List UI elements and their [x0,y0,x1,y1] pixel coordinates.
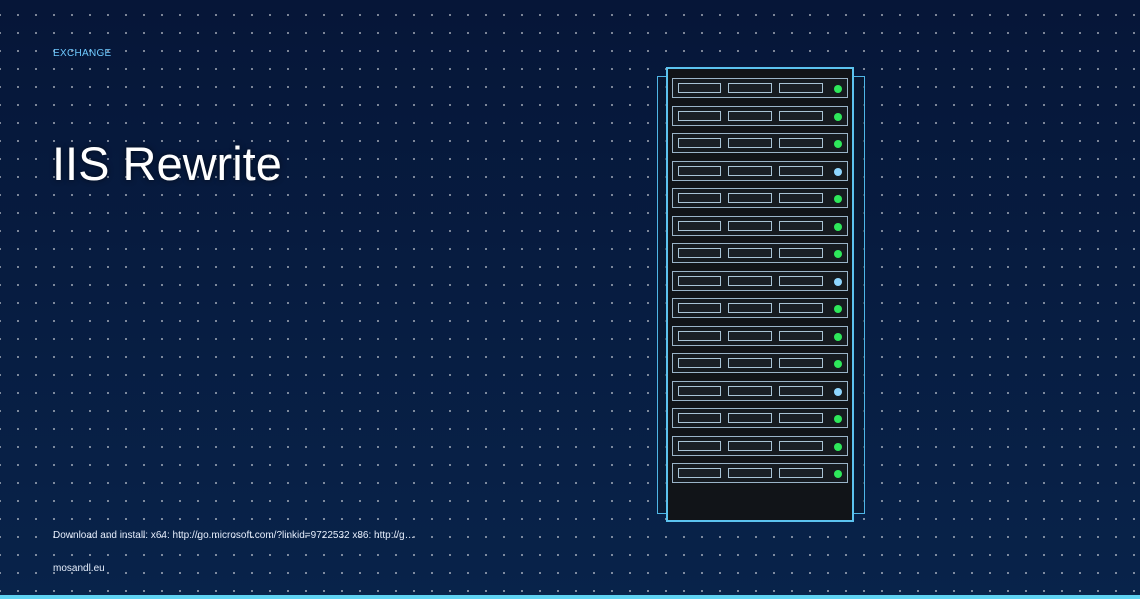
drive-slot [728,468,772,478]
accent-bar [0,595,1140,599]
status-led-icon [834,305,842,313]
drive-slot [779,358,823,368]
drive-slot [728,330,772,341]
post-title[interactable]: IIS Rewrite [52,136,282,191]
drive-slot [728,165,772,176]
server-rack-icon [666,67,854,522]
rack-unit [672,380,848,401]
drive-slot [678,138,721,148]
drive-slot [678,385,721,396]
drive-slot [779,138,823,148]
rack-unit [672,325,848,346]
status-led-icon [834,112,842,121]
drive-slot [678,440,721,451]
drive-slot [779,193,823,203]
rack-unit [672,298,848,318]
drive-slot [728,385,772,396]
drive-slot [728,138,772,148]
post-category[interactable]: EXCHANGE [53,48,112,59]
status-led-icon [834,360,842,368]
status-led-icon [834,222,842,231]
rack-unit [672,105,848,126]
drive-slot [779,165,823,176]
drive-slot [678,248,721,258]
rack-unit [672,78,848,98]
drive-slot [779,110,823,121]
status-led-icon [834,140,842,148]
drive-slot [728,440,772,451]
drive-slot [779,330,823,341]
rack-unit [672,270,848,291]
rack-unit [672,353,848,373]
drive-slot [779,248,823,258]
drive-slot [678,358,721,368]
status-led-icon [834,195,842,203]
drive-slot [678,303,721,313]
drive-slot [779,303,823,313]
rack-unit [672,463,848,483]
drive-slot [678,330,721,341]
drive-slot [728,220,772,231]
rack-unit [672,435,848,456]
drive-slot [728,193,772,203]
status-led-icon [834,85,842,93]
drive-slot [728,110,772,121]
drive-slot [678,83,721,93]
status-led-icon [834,387,842,396]
status-led-icon [834,277,842,286]
drive-slot [779,275,823,286]
rack-unit [672,188,848,208]
drive-slot [678,193,721,203]
drive-slot [678,110,721,121]
drive-slot [728,275,772,286]
drive-slot [728,83,772,93]
drive-slot [678,220,721,231]
status-led-icon [834,167,842,176]
rack-unit [672,133,848,153]
drive-slot [779,220,823,231]
status-led-icon [834,415,842,423]
drive-slot [779,83,823,93]
rack-unit [672,215,848,236]
status-led-icon [834,470,842,478]
drive-slot [728,358,772,368]
drive-slot [779,440,823,451]
drive-slot [728,303,772,313]
drive-slot [678,468,721,478]
drive-slot [678,413,721,423]
status-led-icon [834,250,842,258]
drive-slot [728,413,772,423]
drive-slot [779,413,823,423]
rack-unit [672,408,848,428]
rack-unit [672,160,848,181]
drive-slot [779,468,823,478]
drive-slot [728,248,772,258]
status-led-icon [834,442,842,451]
status-led-icon [834,332,842,341]
drive-slot [678,275,721,286]
post-excerpt: Download and install: x64: http://go.mic… [53,530,415,541]
site-name[interactable]: mosandl.eu [53,563,105,574]
drive-slot [779,385,823,396]
drive-slot [678,165,721,176]
rack-unit [672,243,848,263]
